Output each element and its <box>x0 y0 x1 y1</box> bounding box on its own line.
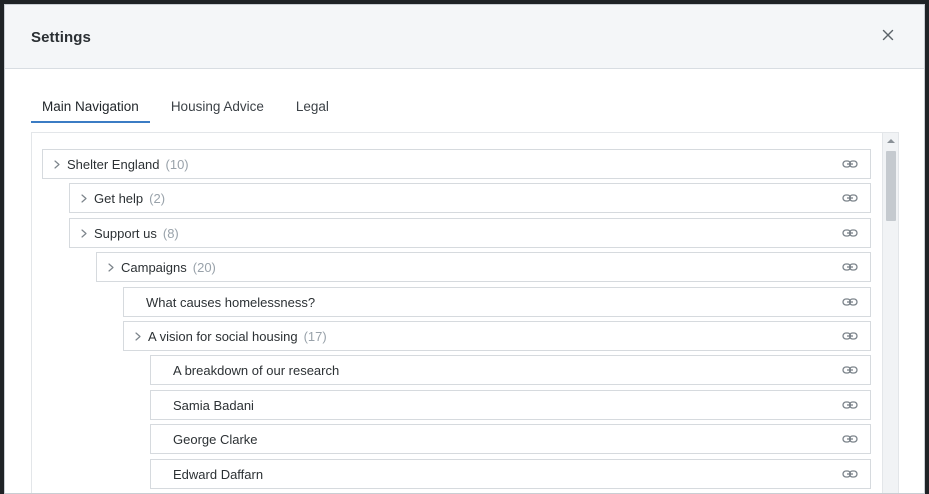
scroll-up-button[interactable] <box>883 135 898 147</box>
tab-bar: Main Navigation Housing Advice Legal <box>31 99 350 123</box>
chevron-right-icon[interactable] <box>79 193 89 203</box>
link-icon[interactable] <box>842 467 858 481</box>
scrollbar-thumb[interactable] <box>886 151 896 221</box>
settings-modal: Settings Main Navigation Housing Advice … <box>4 4 925 494</box>
tree-row[interactable]: George Clarke <box>150 424 871 454</box>
tree-row-label: Get help <box>94 190 144 206</box>
close-icon <box>882 29 894 41</box>
tree-row[interactable]: A breakdown of our research <box>150 355 871 385</box>
tree-row-label: Shelter England <box>67 156 160 172</box>
tree-row-label: A vision for social housing <box>148 328 298 344</box>
tree-row[interactable]: Campaigns (20) <box>96 252 871 282</box>
tree-row-label: What causes homelessness? <box>146 294 316 310</box>
modal-header: Settings <box>5 5 924 69</box>
tree-row-label: Campaigns <box>121 259 187 275</box>
tree-row-label: A breakdown of our research <box>173 362 340 378</box>
link-icon[interactable] <box>842 260 858 274</box>
tab-legal[interactable]: Legal <box>285 99 340 123</box>
tree-row-count: (2) <box>149 190 166 206</box>
chevron-right-icon[interactable] <box>52 159 62 169</box>
tree-row-count: (8) <box>162 225 179 241</box>
tree-row[interactable]: Samia Badani <box>150 390 871 420</box>
tree-row-label: George Clarke <box>173 431 258 447</box>
tree-row-count: (10) <box>165 156 189 172</box>
tree-row[interactable]: Edward Daffarn <box>150 459 871 489</box>
tree-row[interactable]: Shelter England (10) <box>42 149 871 179</box>
link-icon[interactable] <box>842 191 858 205</box>
link-icon[interactable] <box>842 157 858 171</box>
tab-main-navigation[interactable]: Main Navigation <box>31 99 150 123</box>
tree-row-label: Samia Badani <box>173 397 254 413</box>
tree-row-label: Support us <box>94 225 157 241</box>
tab-housing-advice[interactable]: Housing Advice <box>160 99 275 123</box>
tree-row[interactable]: A vision for social housing (17) <box>123 321 871 351</box>
scroll-up-icon <box>887 139 895 143</box>
navigation-tree: Shelter England (10) Get help (2) Support us… <box>31 132 899 493</box>
chevron-right-icon[interactable] <box>79 228 89 238</box>
tree-row-count: (20) <box>192 259 216 275</box>
modal-title: Settings <box>31 29 91 46</box>
link-icon[interactable] <box>842 398 858 412</box>
link-icon[interactable] <box>842 363 858 377</box>
close-button[interactable] <box>878 25 898 45</box>
tree-row[interactable]: Support us (8) <box>69 218 871 248</box>
scrollbar[interactable] <box>882 133 898 493</box>
tree-row[interactable]: What causes homelessness? <box>123 287 871 317</box>
chevron-right-icon[interactable] <box>133 331 143 341</box>
tree-row[interactable]: Get help (2) <box>69 183 871 213</box>
link-icon[interactable] <box>842 295 858 309</box>
chevron-right-icon[interactable] <box>106 262 116 272</box>
tree-row-label: Edward Daffarn <box>173 466 264 482</box>
link-icon[interactable] <box>842 226 858 240</box>
tree-row-count: (17) <box>303 328 327 344</box>
link-icon[interactable] <box>842 432 858 446</box>
link-icon[interactable] <box>842 329 858 343</box>
